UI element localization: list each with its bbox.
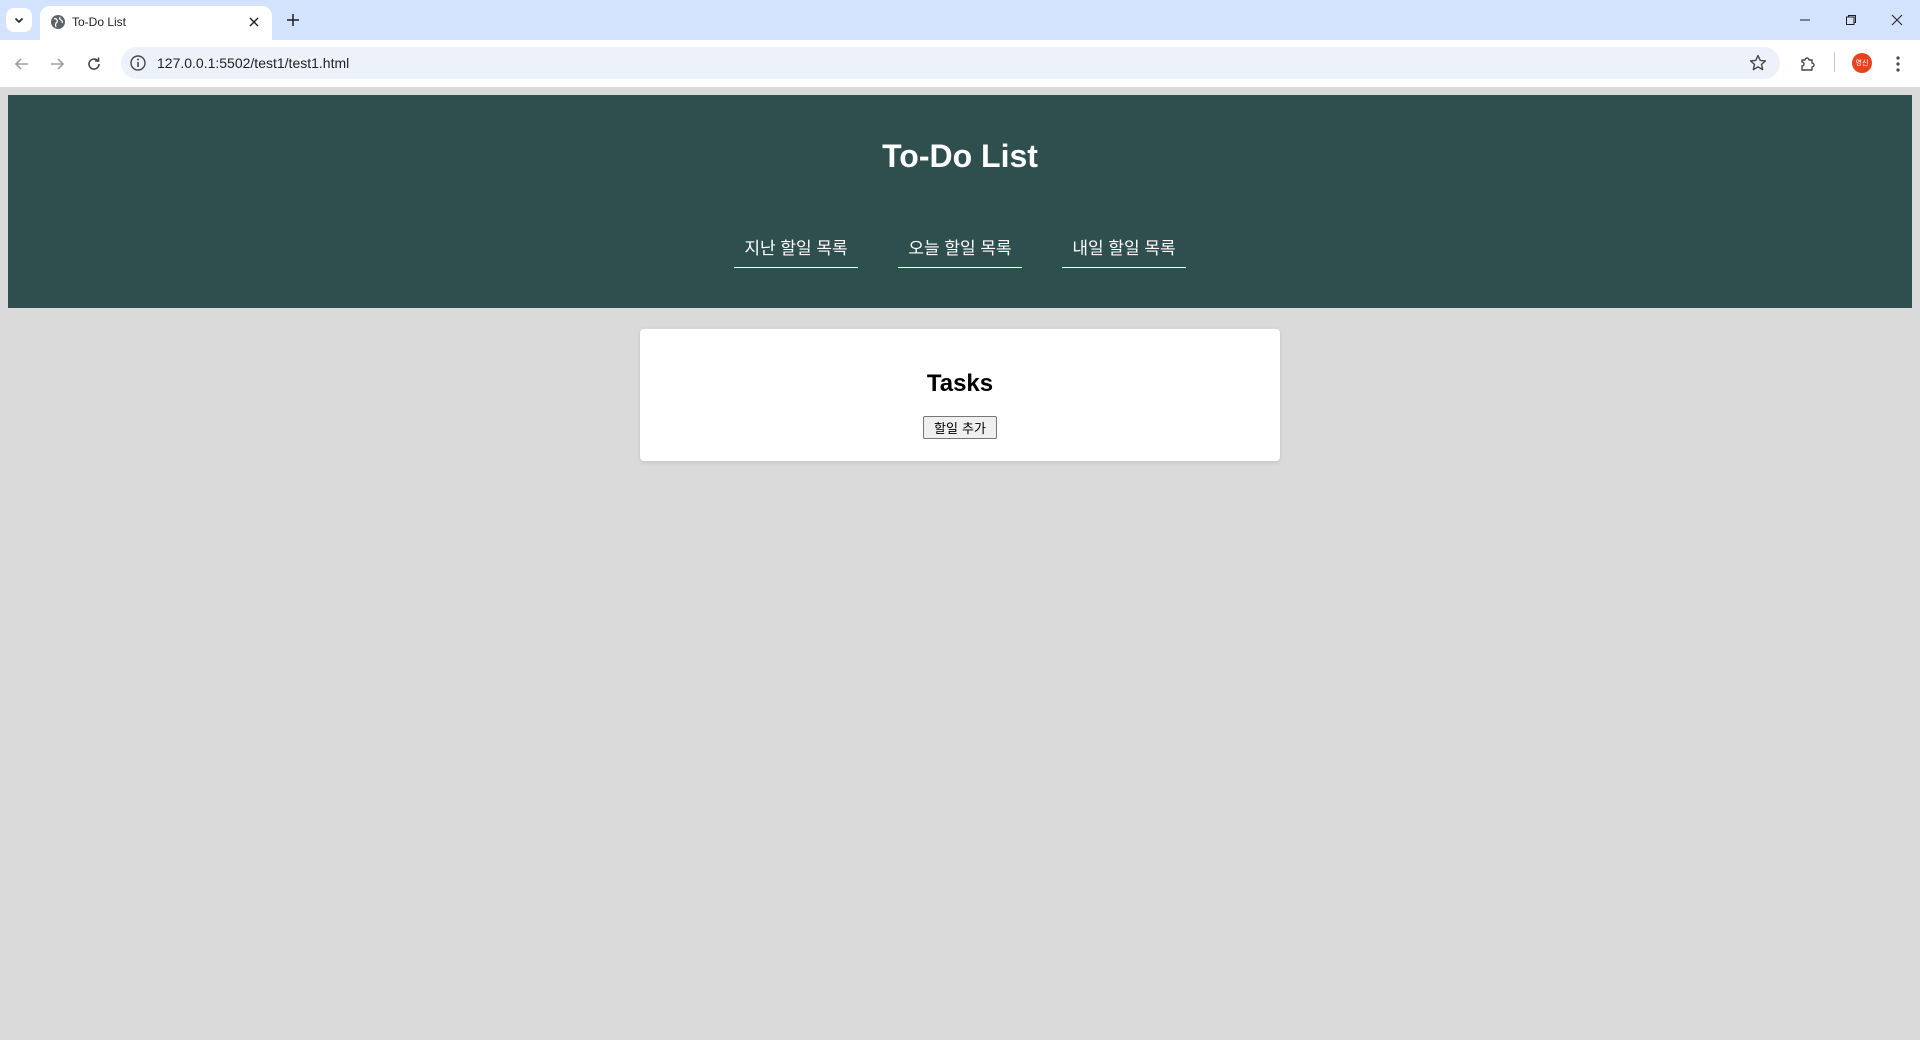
tab-strip: To-Do List xyxy=(0,0,1920,40)
nav-link-past-tasks[interactable]: 지난 할일 목록 xyxy=(734,231,858,268)
tasks-heading: Tasks xyxy=(926,370,994,397)
chevron-down-icon xyxy=(14,17,24,24)
add-task-button[interactable]: 할일 추가 xyxy=(923,416,997,439)
close-window-icon[interactable] xyxy=(1874,0,1920,40)
tab-title: To-Do List xyxy=(72,15,127,29)
minimize-icon[interactable] xyxy=(1782,0,1828,40)
nav-link-today-tasks[interactable]: 오늘 할일 목록 xyxy=(898,231,1022,268)
toolbar-divider xyxy=(1834,52,1835,72)
info-icon[interactable] xyxy=(129,54,147,72)
star-icon[interactable] xyxy=(1748,53,1768,73)
arrow-left-icon[interactable] xyxy=(8,50,36,78)
browser-tab[interactable]: To-Do List xyxy=(40,6,272,40)
arrow-right-icon[interactable] xyxy=(43,50,71,78)
nav-menu: 지난 할일 목록 오늘 할일 목록 내일 할일 목록 xyxy=(8,231,1912,268)
restore-icon[interactable] xyxy=(1828,0,1874,40)
reload-icon[interactable] xyxy=(80,50,108,78)
avatar[interactable]: 영신 xyxy=(1852,53,1872,73)
page-header: To-Do List 지난 할일 목록 오늘 할일 목록 내일 할일 목록 xyxy=(8,95,1912,308)
page-viewport: To-Do List 지난 할일 목록 오늘 할일 목록 내일 할일 목록 Ta… xyxy=(0,87,1920,1040)
close-icon[interactable] xyxy=(244,12,264,32)
tab-search-button[interactable] xyxy=(6,8,32,32)
nav-link-tomorrow-tasks[interactable]: 내일 할일 목록 xyxy=(1062,231,1186,268)
globe-icon xyxy=(51,15,65,29)
browser-toolbar: 127.0.0.1:5502/test1/test1.html xyxy=(0,40,1920,87)
address-bar[interactable]: 127.0.0.1:5502/test1/test1.html xyxy=(121,47,1780,79)
puzzle-icon[interactable] xyxy=(1796,52,1820,76)
page-title: To-Do List xyxy=(882,138,1038,174)
url-text[interactable]: 127.0.0.1:5502/test1/test1.html xyxy=(157,55,349,71)
kebab-menu-icon[interactable] xyxy=(1886,52,1910,76)
tasks-card: Tasks 할일 추가 xyxy=(640,329,1280,461)
plus-icon[interactable] xyxy=(281,8,305,32)
